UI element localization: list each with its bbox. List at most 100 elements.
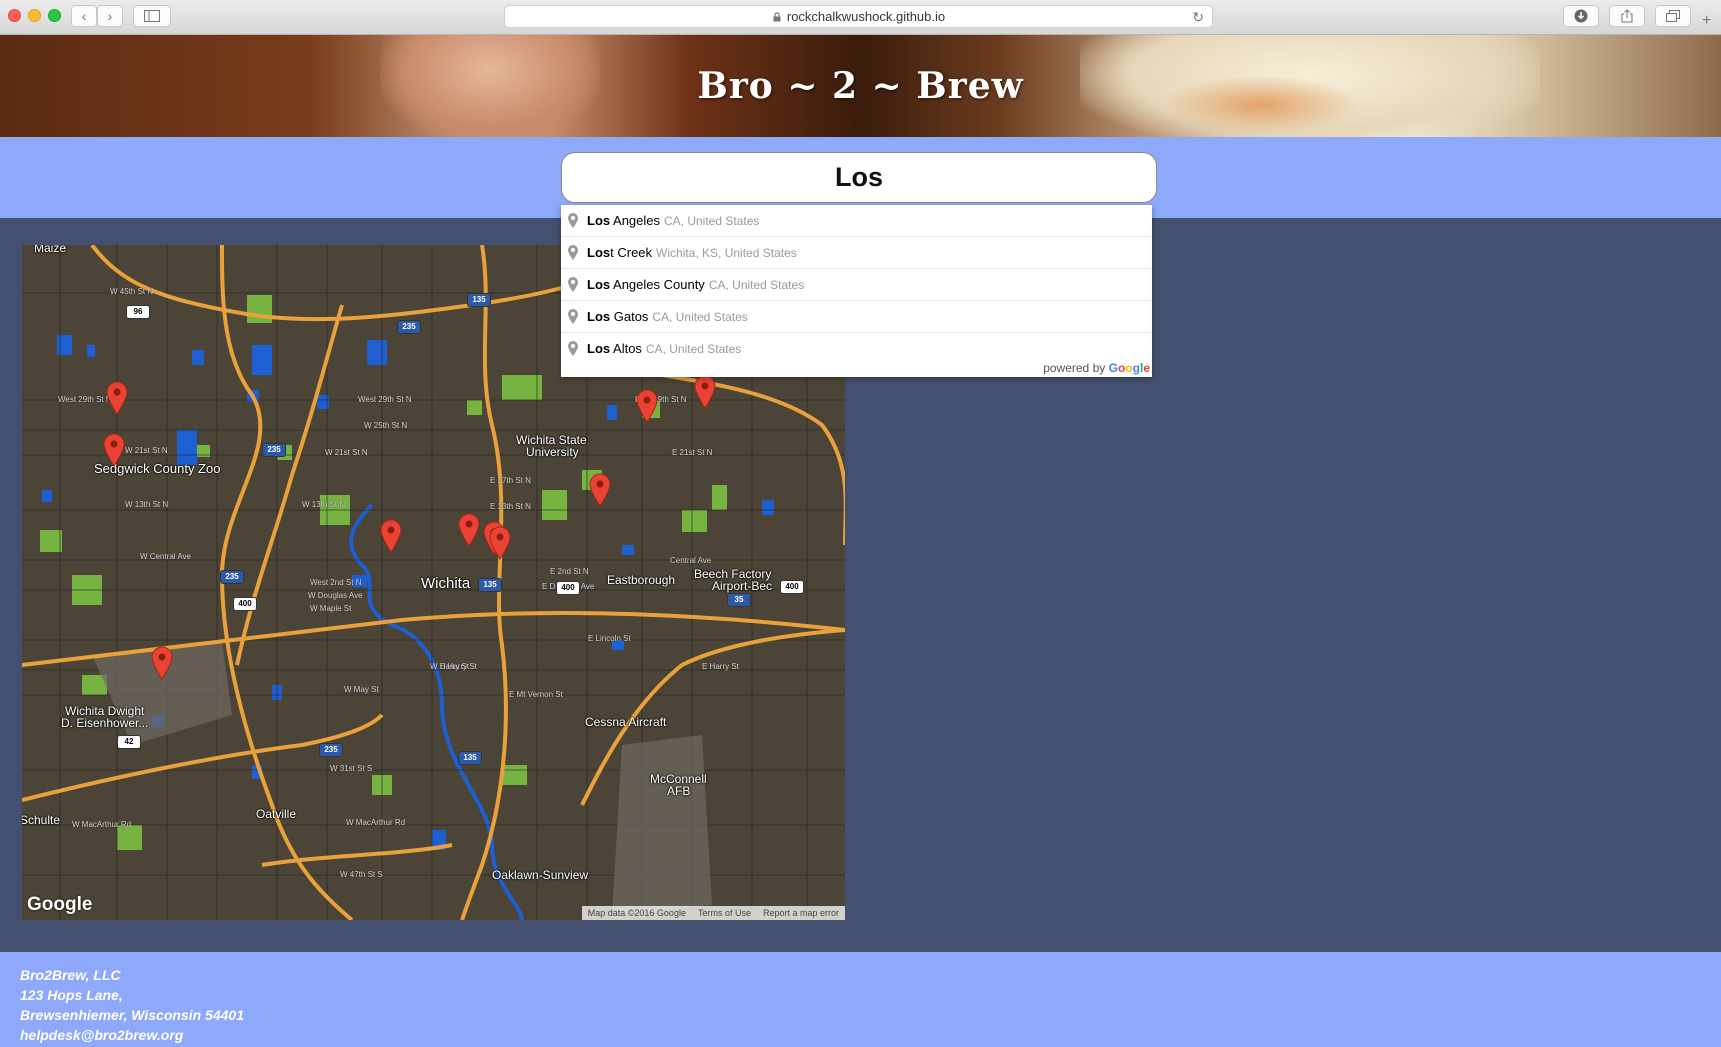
autocomplete-item[interactable]: Los Angeles County CA, United States — [561, 268, 1152, 300]
map-attribution: Map data ©2016 Google Terms of Use Repor… — [581, 906, 845, 920]
map-street-label: E 17th St N — [490, 476, 531, 485]
reload-icon[interactable]: ↻ — [1192, 9, 1204, 26]
map-street-label: W 45th St N — [110, 287, 154, 296]
autocomplete-secondary-text: CA, United States — [708, 277, 805, 292]
map-marker-icon[interactable] — [636, 389, 658, 423]
map-street-label: E Harry St — [702, 662, 739, 671]
downloads-button[interactable] — [1563, 5, 1599, 27]
autocomplete-item[interactable]: Los Angeles CA, United States — [561, 205, 1152, 236]
map-street-label: E 13th St N — [490, 502, 531, 511]
share-button[interactable] — [1609, 5, 1645, 27]
autocomplete-secondary-text: Wichita, KS, United States — [656, 245, 797, 260]
forward-button[interactable]: › — [97, 5, 123, 27]
footer-email[interactable]: helpdesk@bro2brew.org — [20, 1027, 183, 1043]
map-street-label: W 13th St N — [302, 500, 346, 509]
close-window-button[interactable] — [8, 9, 21, 22]
airport-areas — [92, 640, 712, 915]
map-marker-icon[interactable] — [151, 646, 173, 680]
tabs-icon — [1666, 10, 1680, 22]
map-street-label: W Maple St — [310, 604, 352, 613]
map-place-label: Schulte — [22, 813, 61, 827]
address-bar[interactable]: rockchalkwushock.github.io ↻ — [504, 5, 1213, 28]
map-marker-icon[interactable] — [380, 519, 402, 553]
autocomplete-item[interactable]: Lost Creek Wichita, KS, United States — [561, 236, 1152, 268]
download-icon — [1574, 9, 1588, 23]
highway-shield: 400 — [556, 581, 580, 595]
autocomplete-item[interactable]: Los Altos CA, United States — [561, 332, 1152, 364]
site-title: Bro ~ 2 ~ Brew — [697, 65, 1024, 107]
share-icon — [1621, 9, 1633, 23]
footer-address-line: 123 Hops Lane, — [20, 987, 123, 1003]
map-street-label: West 29th St N — [58, 395, 112, 404]
highway-shield: 235 — [319, 743, 343, 757]
footer-company: Bro2Brew, LLC — [20, 967, 121, 983]
map-street-label: W Central Ave — [140, 552, 191, 561]
map-street-label: W MacArthur Rd — [72, 820, 132, 829]
tabs-overview-button[interactable] — [1655, 5, 1691, 27]
map-street-label: W MacArthur Rd — [346, 818, 406, 827]
highway-shield: 135 — [478, 578, 502, 592]
autocomplete-item[interactable]: Los Gatos CA, United States — [561, 300, 1152, 332]
location-pin-icon — [568, 213, 578, 228]
map-street-label: W Douglas Ave — [308, 591, 363, 600]
terms-of-use-link[interactable]: Terms of Use — [698, 908, 751, 918]
map-place-label: AFB — [667, 784, 691, 798]
map-street-label: West 29th St N — [358, 395, 412, 404]
highway-shield: 96 — [126, 305, 150, 319]
autocomplete-dropdown: Los Angeles CA, United States Lost Creek… — [561, 205, 1152, 377]
map-marker-icon[interactable] — [106, 381, 128, 415]
map-marker-icon[interactable] — [103, 433, 125, 467]
map-street-label: E 2nd St N — [550, 567, 589, 576]
autocomplete-secondary-text: CA, United States — [664, 213, 760, 228]
highway-shield: 135 — [467, 293, 491, 307]
highway-shield: 400 — [233, 597, 257, 611]
back-button[interactable]: ‹ — [71, 5, 97, 27]
report-map-error-link[interactable]: Report a map error — [763, 908, 839, 918]
map-street-label: W 13th St N — [125, 500, 169, 509]
autocomplete-primary-text: Los Angeles County — [587, 277, 705, 292]
map-marker-icon[interactable] — [694, 375, 716, 409]
city-search-input[interactable] — [561, 152, 1157, 203]
zoom-window-button[interactable] — [48, 9, 61, 22]
map-place-label: Oaklawn-Sunview — [492, 868, 589, 882]
map-place-label: D. Eisenhower... — [61, 716, 149, 730]
map-street-label: W 31st St S — [330, 764, 373, 773]
location-pin-icon — [568, 309, 578, 324]
map-marker-icon[interactable] — [489, 526, 511, 560]
map-street-label: W 21st St N — [325, 448, 368, 457]
autocomplete-secondary-text: CA, United States — [652, 309, 748, 324]
highway-shield: 42 — [117, 735, 141, 749]
autocomplete-primary-text: Los Gatos — [587, 309, 649, 324]
map-street-label: E Mt Vernon St — [509, 690, 563, 699]
autocomplete-primary-text: Lost Creek — [587, 245, 653, 260]
url-text: rockchalkwushock.github.io — [786, 9, 946, 24]
map-marker-icon[interactable] — [458, 513, 480, 547]
map-place-label: Wichita — [421, 575, 471, 592]
new-tab-icon[interactable]: + — [1702, 12, 1711, 30]
map-place-label: Cessna Aircraft — [585, 715, 667, 729]
footer-address-line: Brewsenhiemer, Wisconsin 54401 — [20, 1007, 244, 1023]
map-street-label: Central Ave — [670, 556, 712, 565]
map-street-label: W Harry St — [430, 662, 470, 671]
minimize-window-button[interactable] — [28, 9, 41, 22]
google-logo: Google — [27, 894, 93, 915]
highway-shield: 235 — [262, 443, 286, 457]
location-pin-icon — [568, 245, 578, 260]
sidebar-toggle-button[interactable] — [133, 5, 171, 27]
map-marker-icon[interactable] — [589, 473, 611, 507]
location-pin-icon — [568, 341, 578, 356]
map-street-label: E Lincoln St — [588, 634, 631, 643]
site-footer: Bro2Brew, LLC 123 Hops Lane, Brewsenhiem… — [0, 952, 1721, 1047]
map-place-label: University — [526, 445, 579, 459]
highway-shield: 400 — [780, 580, 804, 594]
highway-shield: 235 — [397, 320, 421, 334]
map-street-label: E 21st St N — [672, 448, 713, 457]
highway-shield: 35 — [727, 593, 751, 607]
map-place-label: Maize — [34, 245, 67, 255]
autocomplete-secondary-text: CA, United States — [645, 341, 742, 356]
autocomplete-primary-text: Los Angeles — [587, 213, 660, 228]
lock-icon — [773, 11, 781, 21]
browser-toolbar: ‹ › rockchalkwushock.github.io ↻ + — [0, 0, 1721, 35]
map-street-label: W 25th St N — [364, 421, 408, 430]
highway-shield: 135 — [458, 751, 482, 765]
